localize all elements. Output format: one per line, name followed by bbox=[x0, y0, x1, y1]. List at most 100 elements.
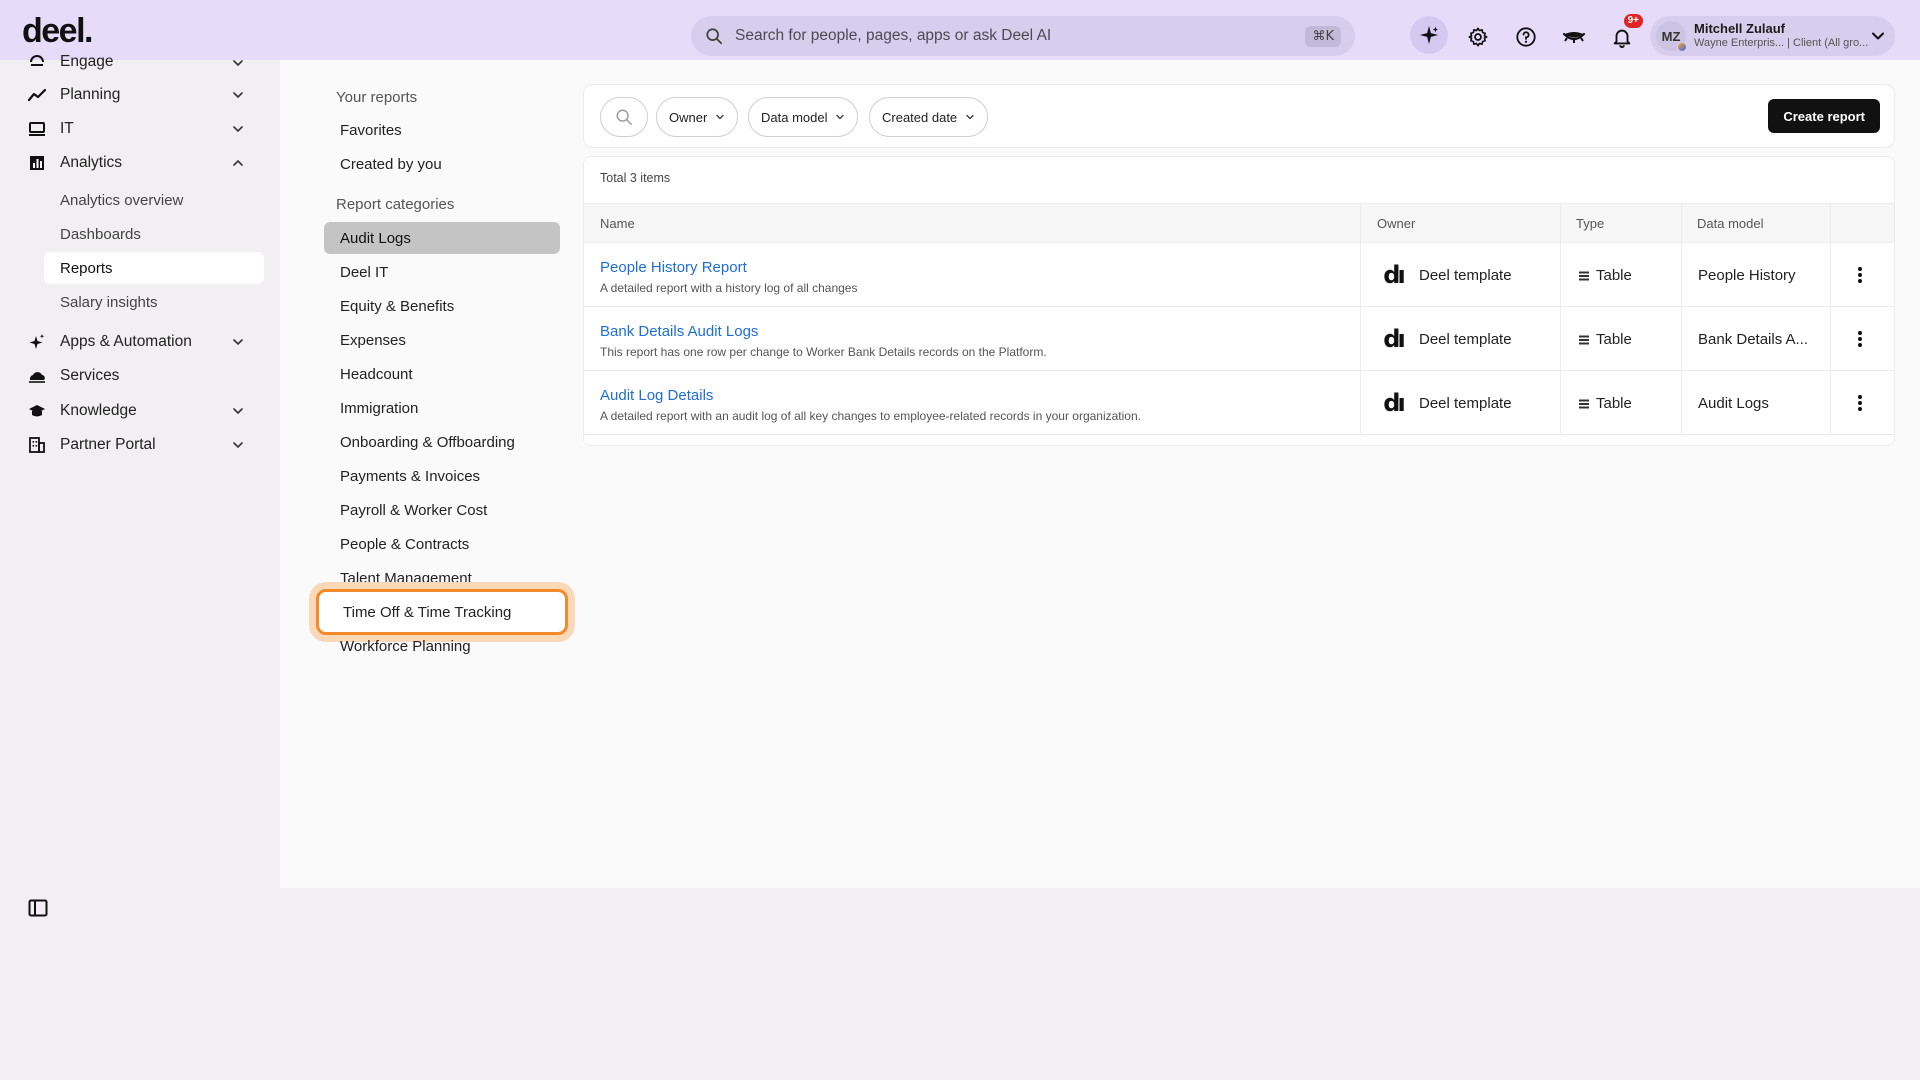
deel-ai-button[interactable] bbox=[1410, 16, 1448, 54]
category-deel-it[interactable]: Deel IT bbox=[324, 256, 560, 288]
bell-icon bbox=[1613, 29, 1631, 48]
report-type: Table bbox=[1578, 395, 1632, 412]
help-icon bbox=[1516, 27, 1536, 47]
user-name: Mitchell Zulauf bbox=[1694, 21, 1785, 37]
organization-badge-icon bbox=[1677, 42, 1687, 52]
sidebar-item-services[interactable]: Services bbox=[28, 361, 258, 391]
data-model-filter[interactable]: Data model bbox=[748, 97, 859, 137]
category-created-by-you[interactable]: Created by you bbox=[324, 148, 560, 180]
type-label: Table bbox=[1596, 395, 1632, 412]
chevron-down-icon bbox=[233, 442, 243, 449]
owner-name: Deel template bbox=[1419, 266, 1512, 284]
report-description: This report has one row per change to Wo… bbox=[600, 345, 1047, 359]
owner-name: Deel template bbox=[1419, 330, 1512, 348]
more-vertical-icon bbox=[1858, 331, 1862, 347]
report-name-link[interactable]: People History Report bbox=[600, 259, 747, 276]
help-button[interactable] bbox=[1507, 18, 1545, 56]
notifications-button[interactable]: 9+ bbox=[1603, 14, 1643, 56]
deel-logo-icon: dı bbox=[1383, 325, 1405, 353]
chevron-down-icon bbox=[233, 339, 243, 346]
sidebar-subitem-dashboards[interactable]: Dashboards bbox=[44, 218, 264, 250]
cloud-icon bbox=[28, 367, 46, 385]
closed-eye-icon bbox=[1562, 32, 1586, 43]
sidebar-item-knowledge[interactable]: Knowledge bbox=[28, 396, 258, 426]
table-row[interactable]: Bank Details Audit Logs This report has … bbox=[584, 307, 1894, 371]
sidebar-item-label: Partner Portal bbox=[60, 436, 156, 453]
category-audit-logs[interactable]: Audit Logs bbox=[324, 222, 560, 254]
column-header-name[interactable]: Name bbox=[600, 216, 635, 231]
sidebar-item-partner-portal[interactable]: Partner Portal bbox=[28, 430, 258, 460]
report-name-link[interactable]: Audit Log Details bbox=[600, 387, 713, 404]
chevron-up-icon bbox=[233, 159, 243, 166]
category-payroll-worker-cost[interactable]: Payroll & Worker Cost bbox=[324, 494, 560, 526]
account-switcher[interactable]: MZ Mitchell Zulauf Wayne Enterpris... | … bbox=[1650, 16, 1895, 56]
column-header-data-model[interactable]: Data model bbox=[1697, 216, 1763, 231]
category-favorites[interactable]: Favorites bbox=[324, 114, 560, 146]
settings-button[interactable] bbox=[1459, 18, 1497, 56]
sidebar-item-engage[interactable]: Engage bbox=[28, 48, 258, 76]
your-reports-heading: Your reports bbox=[336, 89, 418, 106]
owner-filter[interactable]: Owner bbox=[656, 97, 739, 137]
report-owner: dı Deel template bbox=[1379, 261, 1512, 289]
sidebar-item-label: Analytics bbox=[60, 154, 123, 171]
sidebar-item-label: Engage bbox=[60, 53, 114, 70]
report-search-button[interactable] bbox=[600, 97, 648, 137]
create-report-button[interactable]: Create report bbox=[1768, 99, 1880, 133]
collapse-sidebar-button[interactable] bbox=[28, 898, 48, 923]
main-sidebar: Engage Planning IT Analytics Analytics o… bbox=[0, 53, 280, 1080]
sidebar-item-it[interactable]: IT bbox=[28, 114, 258, 144]
category-workforce-planning[interactable]: Workforce Planning bbox=[324, 630, 560, 662]
column-header-type[interactable]: Type bbox=[1576, 216, 1604, 231]
laptop-icon bbox=[28, 120, 46, 138]
category-time-off-time-tracking[interactable]: Time Off & Time Tracking bbox=[316, 589, 568, 635]
sidebar-item-label: Services bbox=[60, 367, 120, 384]
filter-label: Created date bbox=[882, 109, 958, 125]
notification-count-badge: 9+ bbox=[1623, 14, 1643, 28]
row-actions-button[interactable] bbox=[1848, 391, 1872, 415]
sidebar-item-apps-automation[interactable]: Apps & Automation bbox=[28, 327, 258, 357]
deel-logo[interactable]: deel. bbox=[22, 12, 93, 50]
row-actions-button[interactable] bbox=[1848, 327, 1872, 351]
chevron-down-icon bbox=[716, 114, 724, 120]
global-search-input[interactable]: Search for people, pages, apps or ask De… bbox=[691, 16, 1355, 56]
report-description: A detailed report with an audit log of a… bbox=[600, 409, 1141, 423]
owner-name: Deel template bbox=[1419, 394, 1512, 412]
category-headcount[interactable]: Headcount bbox=[324, 358, 560, 390]
column-header-owner[interactable]: Owner bbox=[1377, 216, 1415, 231]
building-icon bbox=[28, 436, 46, 454]
report-data-model: Audit Logs bbox=[1698, 395, 1769, 412]
graduation-cap-icon bbox=[28, 402, 46, 420]
trend-icon bbox=[28, 86, 46, 104]
category-immigration[interactable]: Immigration bbox=[324, 392, 560, 424]
filter-label: Data model bbox=[761, 109, 828, 125]
sidebar-subitem-reports[interactable]: Reports bbox=[44, 252, 264, 284]
row-actions-button[interactable] bbox=[1848, 263, 1872, 287]
report-name-link[interactable]: Bank Details Audit Logs bbox=[600, 323, 758, 340]
deel-logo-icon: dı bbox=[1383, 261, 1405, 289]
report-data-model: Bank Details A... bbox=[1698, 331, 1809, 348]
category-expenses[interactable]: Expenses bbox=[324, 324, 560, 356]
table-row[interactable]: Audit Log Details A detailed report with… bbox=[584, 371, 1894, 435]
reports-page: Your reports Favorites Created by you Re… bbox=[280, 60, 1920, 888]
logo-text: deel bbox=[22, 12, 86, 50]
search-shortcut: ⌘K bbox=[1305, 25, 1341, 47]
more-vertical-icon bbox=[1858, 267, 1862, 283]
sidebar-item-analytics[interactable]: Analytics bbox=[28, 148, 258, 178]
table-row[interactable]: People History Report A detailed report … bbox=[584, 243, 1894, 307]
sidebar-subitem-salary-insights[interactable]: Salary insights bbox=[44, 286, 264, 318]
sidebar-item-planning[interactable]: Planning bbox=[28, 80, 258, 110]
table-icon bbox=[1579, 335, 1589, 344]
report-categories-heading: Report categories bbox=[336, 196, 455, 213]
category-equity-benefits[interactable]: Equity & Benefits bbox=[324, 290, 560, 322]
category-onboarding-offboarding[interactable]: Onboarding & Offboarding bbox=[324, 426, 560, 458]
sidebar-subitem-analytics-overview[interactable]: Analytics overview bbox=[44, 184, 264, 216]
table-header: Name Owner Type Data model bbox=[584, 203, 1894, 243]
report-owner: dı Deel template bbox=[1379, 389, 1512, 417]
category-payments-invoices[interactable]: Payments & Invoices bbox=[324, 460, 560, 492]
category-people-contracts[interactable]: People & Contracts bbox=[324, 528, 560, 560]
engage-icon bbox=[28, 53, 46, 71]
created-date-filter[interactable]: Created date bbox=[869, 97, 989, 137]
privacy-mode-button[interactable] bbox=[1555, 18, 1593, 56]
table-icon bbox=[1579, 271, 1589, 280]
chevron-down-icon bbox=[233, 126, 243, 133]
